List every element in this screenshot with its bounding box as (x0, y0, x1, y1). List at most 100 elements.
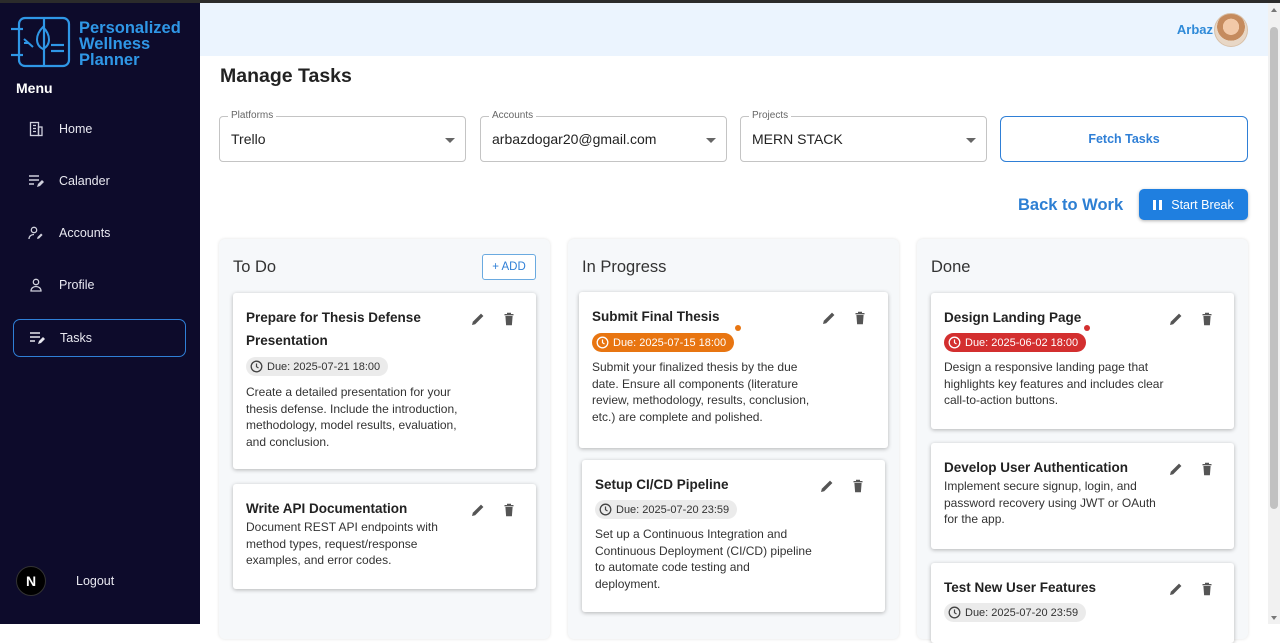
edit-icon[interactable] (1168, 581, 1184, 597)
username[interactable]: Arbaz (1177, 22, 1213, 37)
pause-icon (1153, 199, 1163, 210)
edit-icon[interactable] (819, 478, 835, 494)
window-top-border (0, 0, 1280, 3)
add-task-button[interactable]: + ADD (482, 254, 536, 280)
chevron-down-icon (706, 138, 716, 143)
page-title: Manage Tasks (220, 65, 352, 87)
chevron-down-icon (966, 138, 976, 143)
clock-icon (948, 606, 961, 619)
scroll-thumb[interactable] (1270, 27, 1278, 509)
page-scrollbar[interactable] (1268, 3, 1280, 624)
delete-icon[interactable] (1199, 581, 1215, 597)
task-title-line: Test New User Features (944, 580, 1097, 595)
task-title: Write API Documentation (246, 497, 407, 520)
task-description: Create a detailed presentation for your … (246, 384, 457, 451)
clock-icon (948, 336, 961, 349)
task-description-line: call-to-action buttons. (944, 393, 1059, 408)
task-title: Develop User Authentication (944, 456, 1128, 479)
task-card[interactable]: Develop User Authentication Implement se… (931, 443, 1234, 549)
task-description-line: Create a detailed presentation for your (246, 385, 451, 399)
building-icon (13, 121, 59, 137)
task-description: Implement secure signup, login, and pass… (944, 478, 1156, 528)
sidebar-item-calander[interactable]: Calander (13, 162, 186, 200)
sidebar-item-label: Accounts (59, 226, 111, 240)
brand-line: Personalized (79, 19, 181, 37)
accounts-select[interactable]: Accounts arbazdogar20@gmail.com (480, 110, 727, 162)
delete-icon[interactable] (1199, 461, 1215, 477)
top-header: Arbaz (200, 3, 1268, 56)
task-card[interactable]: Prepare for Thesis Defense Presentation … (233, 293, 536, 469)
task-title-line: Prepare for Thesis Defense (246, 310, 421, 325)
column-title: In Progress (582, 258, 667, 276)
task-title: Setup CI/CD Pipeline (595, 473, 729, 496)
board-column-done: Done Design Landing Page Due: 2025-06-02… (917, 239, 1248, 643)
edit-icon[interactable] (1168, 461, 1184, 477)
task-card[interactable]: Design Landing Page Due: 2025-06-02 18:0… (931, 293, 1234, 429)
task-description-line: Submit your finalized thesis by the due (592, 360, 798, 374)
sidebar-item-accounts[interactable]: Accounts (13, 214, 186, 252)
task-title-line: Design Landing Page (944, 310, 1082, 325)
delete-icon[interactable] (501, 502, 517, 518)
brand-line: Planner (79, 51, 140, 69)
due-date-chip: Due: 2025-07-20 23:59 (944, 603, 1087, 622)
task-description-line: password recovery using JWT or OAuth (944, 495, 1156, 510)
clock-icon (250, 360, 263, 373)
start-break-button[interactable]: Start Break (1139, 189, 1248, 220)
list-edit-icon (14, 331, 60, 345)
projects-select[interactable]: Projects MERN STACK (740, 110, 987, 162)
sidebar-item-tasks[interactable]: Tasks (13, 319, 186, 357)
delete-icon[interactable] (850, 478, 866, 494)
field-label: Accounts (489, 110, 537, 121)
board-column-todo: To Do + ADD Prepare for Thesis Defense P… (219, 239, 550, 639)
edit-icon[interactable] (470, 502, 486, 518)
due-date-chip: Due: 2025-06-02 18:00 (944, 333, 1087, 352)
user-edit-icon (13, 226, 59, 240)
edit-icon[interactable] (470, 311, 486, 327)
delete-icon[interactable] (1199, 311, 1215, 327)
field-label: Projects (749, 110, 792, 121)
task-card[interactable]: Submit Final Thesis Due: 2025-07-15 18:0… (579, 292, 888, 448)
start-break-label: Start Break (1171, 197, 1234, 212)
task-description: Design a responsive landing page that hi… (944, 359, 1163, 409)
sidebar-item-label: Calander (59, 174, 110, 188)
task-description-line: highlights key features and includes cle… (944, 376, 1164, 391)
task-title-line: Develop User Authentication (944, 460, 1129, 475)
select-value: MERN STACK (752, 131, 843, 147)
task-description-line: examples, and error codes. (246, 553, 392, 568)
sidebar-item-label: Profile (59, 278, 95, 292)
field-label: Platforms (228, 110, 277, 121)
task-title-line: Setup CI/CD Pipeline (595, 477, 729, 492)
due-date-chip: Due: 2025-07-20 23:59 (595, 500, 738, 519)
avatar[interactable] (1214, 13, 1248, 47)
due-date-text: Due: 2025-06-02 18:00 (965, 336, 1079, 349)
task-title-line: Presentation (246, 333, 328, 348)
task-description-line: for the app. (944, 512, 1005, 527)
task-title-line: Submit Final Thesis (592, 309, 720, 324)
sidebar-item-profile[interactable]: Profile (13, 266, 186, 304)
scroll-down-arrow-icon[interactable] (1271, 616, 1277, 620)
logout-button[interactable]: N Logout (16, 566, 114, 596)
task-card[interactable]: Write API Documentation Document REST AP… (233, 484, 536, 589)
fetch-tasks-button[interactable]: Fetch Tasks (1000, 116, 1248, 162)
chevron-down-icon (445, 138, 455, 143)
task-description-line: etc.) are complete and polished. (592, 410, 763, 425)
board-column-in-progress: In Progress Submit Final Thesis Due: 202… (568, 239, 899, 639)
sidebar-item-label: Tasks (60, 331, 92, 345)
task-description-line: review, methodology, results, conclusion… (592, 393, 810, 408)
edit-icon[interactable] (821, 310, 837, 326)
sidebar-item-home[interactable]: Home (13, 110, 186, 148)
task-card[interactable]: Setup CI/CD Pipeline Due: 2025-07-20 23:… (582, 460, 885, 612)
task-title: Prepare for Thesis Defense Presentation (246, 306, 421, 352)
edit-icon[interactable] (1168, 311, 1184, 327)
task-title: Submit Final Thesis (592, 305, 720, 328)
delete-icon[interactable] (501, 311, 517, 327)
sidebar: Personalized Wellness Planner Menu Home … (0, 3, 200, 624)
due-date-text: Due: 2025-07-20 23:59 (965, 606, 1079, 619)
work-status-text: Back to Work (1018, 196, 1124, 214)
task-description-line: Set up a Continuous Integration and (595, 527, 788, 541)
task-card[interactable]: Test New User Features Due: 2025-07-20 2… (931, 563, 1234, 643)
delete-icon[interactable] (852, 310, 868, 326)
scroll-up-arrow-icon[interactable] (1271, 8, 1277, 12)
platforms-select[interactable]: Platforms Trello (219, 110, 466, 162)
logout-label: Logout (76, 574, 115, 588)
